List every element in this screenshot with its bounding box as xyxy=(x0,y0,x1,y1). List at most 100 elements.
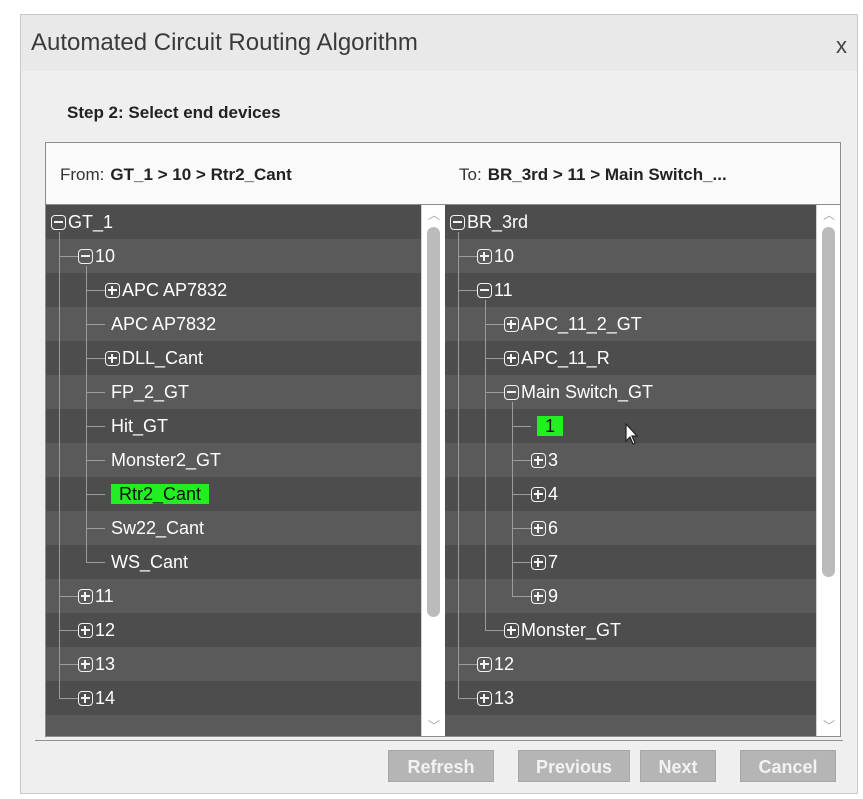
tree-node[interactable]: BR_3rd xyxy=(450,205,528,239)
next-button[interactable]: Next xyxy=(640,750,716,782)
expand-icon[interactable] xyxy=(504,623,519,638)
tree-node-label: Hit_GT xyxy=(111,416,169,436)
tree-node-label: 13 xyxy=(494,688,515,708)
tree-node[interactable]: WS_Cant xyxy=(111,545,188,579)
tree-node-label: 11 xyxy=(95,586,114,606)
tree-node[interactable]: APC_11_R xyxy=(504,341,610,375)
tree-connector xyxy=(512,402,513,596)
scroll-down-icon[interactable]: ﹀ xyxy=(823,720,835,732)
tree-node-label: 6 xyxy=(548,518,559,538)
expand-icon[interactable] xyxy=(477,657,492,672)
tree-node[interactable]: 11 xyxy=(477,273,513,307)
routing-dialog: Automated Circuit Routing Algorithm x St… xyxy=(20,14,858,794)
tree-connector xyxy=(512,460,531,461)
cancel-button[interactable]: Cancel xyxy=(740,750,836,782)
title-bar: Automated Circuit Routing Algorithm x xyxy=(21,15,857,71)
scroll-up-icon[interactable]: ︿ xyxy=(428,209,440,221)
tree-node[interactable]: 9 xyxy=(531,579,558,613)
tree-node-label: 3 xyxy=(548,450,559,470)
tree-node[interactable]: APC AP7832 xyxy=(105,273,227,307)
expand-icon[interactable] xyxy=(531,555,546,570)
expand-icon[interactable] xyxy=(504,351,519,366)
tree-connector xyxy=(86,494,105,495)
tree-node[interactable]: 11 xyxy=(78,579,114,613)
expand-icon[interactable] xyxy=(78,657,93,672)
collapse-icon[interactable] xyxy=(78,249,93,264)
expand-icon[interactable] xyxy=(531,453,546,468)
tree-node-label: 9 xyxy=(548,586,559,606)
tree-node[interactable]: APC_11_2_GT xyxy=(504,307,642,341)
to-scrollbar[interactable]: ︿ ﹀ xyxy=(816,205,840,736)
footer-divider xyxy=(35,740,843,741)
tree-node-label: APC AP7832 xyxy=(122,280,228,300)
tree-node[interactable]: Monster2_GT xyxy=(111,443,221,477)
tree-node[interactable]: 3 xyxy=(531,443,558,477)
tree-node[interactable]: 13 xyxy=(78,647,115,681)
scroll-up-icon[interactable]: ︿ xyxy=(823,209,835,221)
expand-icon[interactable] xyxy=(78,589,93,604)
tree-row-stripe xyxy=(445,545,816,579)
expand-icon[interactable] xyxy=(78,623,93,638)
tree-node-label: FP_2_GT xyxy=(111,382,190,402)
tree-node-label: 7 xyxy=(548,552,559,572)
tree-node[interactable]: 10 xyxy=(477,239,514,273)
tree-connector xyxy=(458,232,459,698)
scroll-thumb[interactable] xyxy=(822,227,835,577)
tree-node[interactable]: Sw22_Cant xyxy=(111,511,204,545)
tree-node[interactable]: APC AP7832 xyxy=(111,307,216,341)
scroll-down-icon[interactable]: ﹀ xyxy=(428,720,440,732)
tree-connector xyxy=(86,266,87,562)
refresh-button[interactable]: Refresh xyxy=(388,750,494,782)
tree-connector xyxy=(512,528,531,529)
device-panels: From: GT_1 > 10 > Rtr2_Cant GT_1 10 APC AP7… xyxy=(45,142,841,737)
tree-node[interactable]: 7 xyxy=(531,545,558,579)
expand-icon[interactable] xyxy=(531,589,546,604)
step-label: Step 2: Select end devices xyxy=(67,103,281,122)
tree-node[interactable]: GT_1 xyxy=(51,205,113,239)
tree-node[interactable]: 10 xyxy=(78,239,115,273)
tree-node-label: APC_11_2_GT xyxy=(521,314,642,334)
tree-node[interactable]: 12 xyxy=(78,613,115,647)
expand-icon[interactable] xyxy=(78,691,93,706)
tree-node-label: 10 xyxy=(95,246,116,266)
expand-icon[interactable] xyxy=(477,249,492,264)
tree-node-label: 13 xyxy=(95,654,116,674)
expand-icon[interactable] xyxy=(105,351,120,366)
tree-node[interactable]: Rtr2_Cant xyxy=(111,477,210,511)
tree-node[interactable]: Main Switch_GT xyxy=(504,375,653,409)
from-scrollbar[interactable]: ︿ ﹀ xyxy=(421,205,445,736)
tree-node-label: Rtr2_Cant xyxy=(111,484,210,504)
tree-node-label: 11 xyxy=(494,280,513,300)
tree-node[interactable]: 6 xyxy=(531,511,558,545)
expand-icon[interactable] xyxy=(531,487,546,502)
collapse-icon[interactable] xyxy=(450,215,465,230)
scroll-thumb[interactable] xyxy=(427,227,440,617)
tree-connector xyxy=(485,392,504,393)
tree-node[interactable]: DLL_Cant xyxy=(105,341,203,375)
tree-node[interactable]: 4 xyxy=(531,477,558,511)
to-panel: To: BR_3rd > 11 > Main Switch_... BR_3rd 1… xyxy=(445,143,840,736)
from-tree: GT_1 10 APC AP7832 APC AP7832 DLL_Cant FP_2_G… xyxy=(46,205,421,736)
collapse-icon[interactable] xyxy=(504,385,519,400)
tree-connector xyxy=(86,392,105,393)
tree-row-stripe xyxy=(445,715,816,736)
tree-node[interactable]: Hit_GT xyxy=(111,409,168,443)
tree-node[interactable]: 12 xyxy=(477,647,514,681)
tree-connector xyxy=(485,358,504,359)
expand-icon[interactable] xyxy=(477,691,492,706)
expand-icon[interactable] xyxy=(105,283,120,298)
tree-node[interactable]: FP_2_GT xyxy=(111,375,189,409)
tree-node[interactable]: 14 xyxy=(78,681,115,715)
collapse-icon[interactable] xyxy=(477,283,492,298)
tree-connector xyxy=(86,562,105,563)
tree-node-label: DLL_Cant xyxy=(122,348,204,368)
tree-node[interactable]: Monster_GT xyxy=(504,613,621,647)
tree-node[interactable]: 1 xyxy=(537,409,564,443)
expand-icon[interactable] xyxy=(531,521,546,536)
expand-icon[interactable] xyxy=(504,317,519,332)
close-button[interactable]: x xyxy=(836,33,847,59)
collapse-icon[interactable] xyxy=(51,215,66,230)
previous-button[interactable]: Previous xyxy=(518,750,630,782)
tree-node-label: Main Switch_GT xyxy=(521,382,654,402)
tree-node[interactable]: 13 xyxy=(477,681,514,715)
